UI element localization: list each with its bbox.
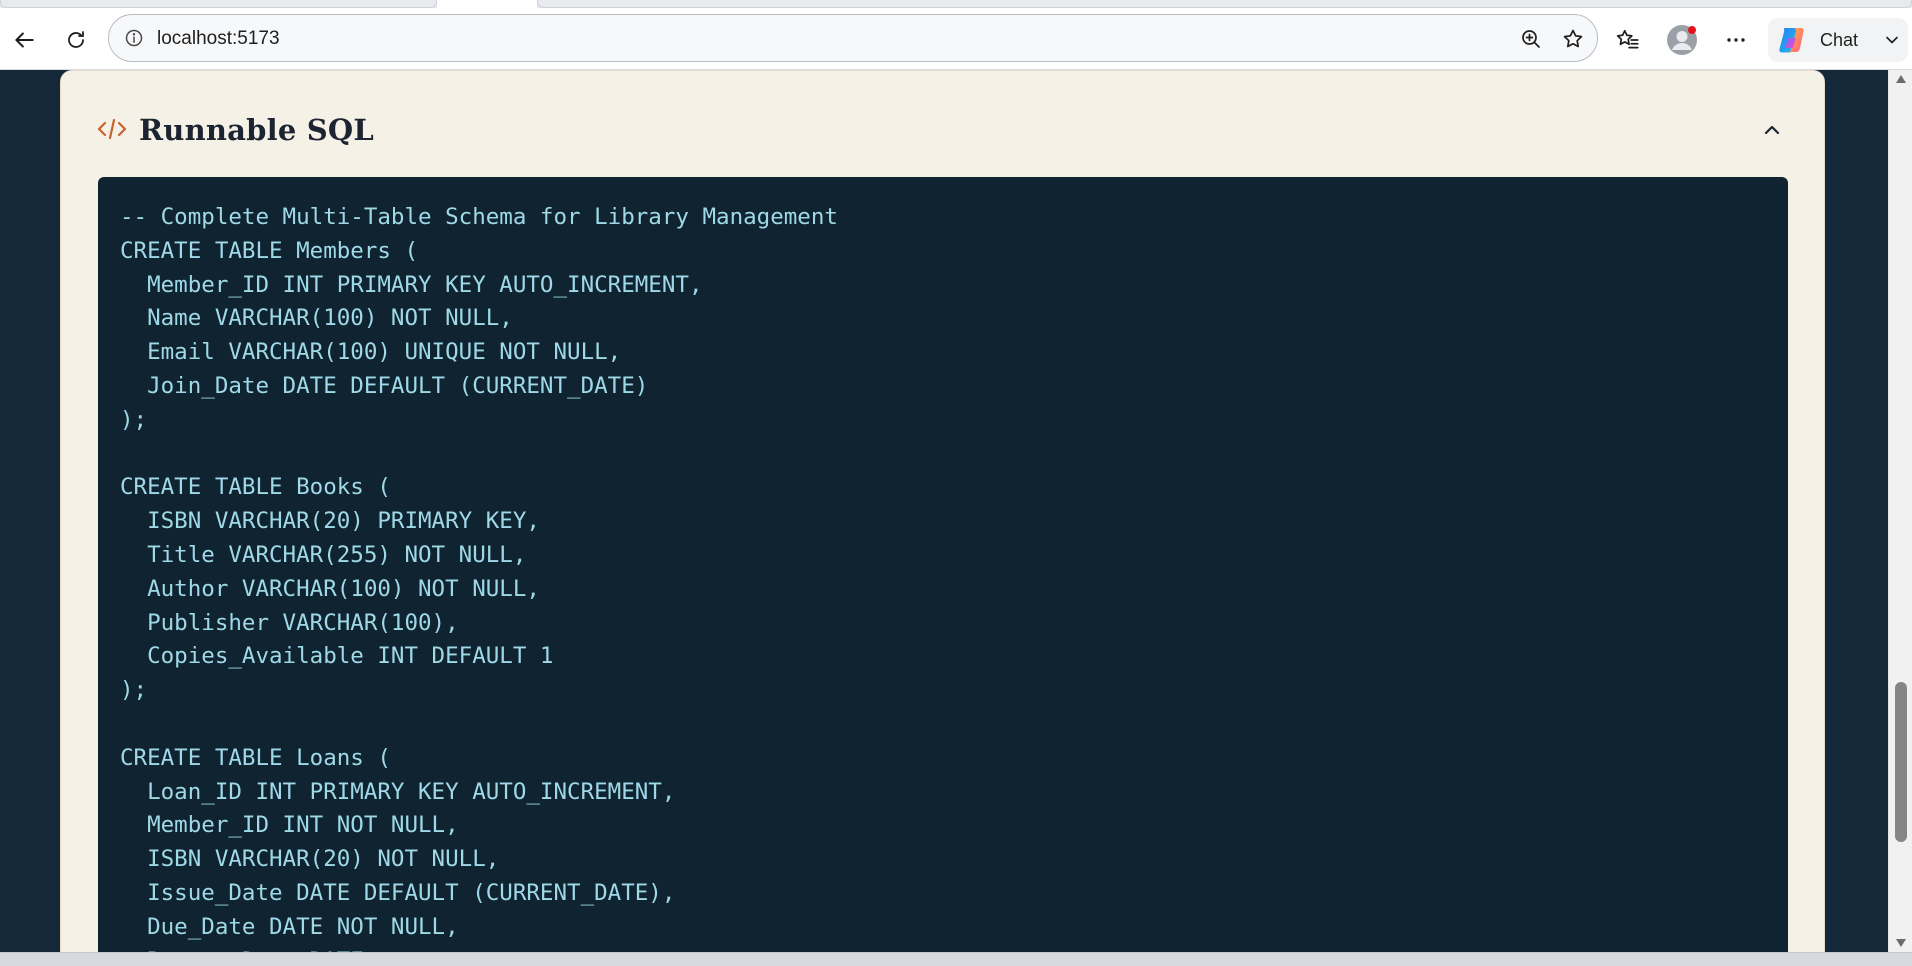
address-bar[interactable]: localhost:5173: [108, 14, 1598, 62]
scroll-down-arrow-icon[interactable]: [1895, 938, 1907, 948]
code-line: CREATE TABLE Loans (: [120, 744, 391, 771]
code-line: Issue_Date DATE DEFAULT (CURRENT_DATE),: [120, 879, 676, 906]
collapse-button[interactable]: [1757, 115, 1787, 145]
code-line: Copies_Available INT DEFAULT 1: [120, 643, 554, 670]
code-line: Member_ID INT NOT NULL,: [120, 812, 459, 839]
favorites-icon: [1616, 29, 1639, 49]
address-text[interactable]: localhost:5173: [157, 28, 280, 50]
code-line: Name VARCHAR(100) NOT NULL,: [120, 305, 513, 332]
code-line: Join_Date DATE DEFAULT (CURRENT_DATE): [120, 372, 649, 399]
favorite-button[interactable]: [1559, 25, 1587, 53]
chevron-up-icon: [1764, 125, 1780, 135]
code-line: Loan_ID INT PRIMARY KEY AUTO_INCREMENT,: [120, 778, 676, 805]
zoom-button[interactable]: [1517, 25, 1545, 53]
code-line: Title VARCHAR(255) NOT NULL,: [120, 541, 527, 568]
copilot-chat-button[interactable]: Chat: [1768, 18, 1908, 62]
code-line: ISBN VARCHAR(20) NOT NULL,: [120, 846, 500, 873]
avatar: [1666, 24, 1698, 56]
back-button[interactable]: [4, 20, 44, 60]
sql-code-block[interactable]: -- Complete Multi-Table Schema for Libra…: [98, 177, 1788, 952]
code-line: Due_Date DATE NOT NULL,: [120, 913, 459, 940]
more-options-button[interactable]: [1716, 20, 1756, 60]
site-info-button[interactable]: [123, 27, 145, 49]
favorites-button[interactable]: [1608, 20, 1648, 60]
code-brackets-icon: [97, 118, 127, 140]
profile-button[interactable]: [1662, 20, 1702, 60]
tab-right[interactable]: [537, 0, 1912, 8]
chevron-down-icon: [1886, 36, 1898, 44]
code-line: CREATE TABLE Books (: [120, 474, 391, 501]
scroll-up-arrow-icon[interactable]: [1895, 74, 1907, 84]
code-line: ISBN VARCHAR(20) PRIMARY KEY,: [120, 508, 540, 535]
card-header[interactable]: Runnable SQL: [61, 71, 1824, 177]
zoom-in-icon: [1522, 30, 1540, 48]
info-icon: [125, 29, 143, 47]
card-title: Runnable SQL: [139, 113, 374, 147]
bottom-bar: [0, 952, 1912, 966]
refresh-icon: [68, 31, 84, 48]
browser-toolbar: localhost:5173 Chat: [0, 8, 1912, 70]
page-scrollbar[interactable]: [1888, 70, 1912, 952]
tab-left[interactable]: [0, 0, 437, 8]
more-options-icon: [1727, 38, 1745, 42]
notification-dot: [1688, 26, 1696, 34]
code-line: Return_Date DATE,: [120, 945, 1766, 952]
code-line: );: [120, 677, 148, 704]
refresh-button[interactable]: [56, 20, 96, 60]
chat-label: Chat: [1820, 30, 1859, 50]
code-line: Email VARCHAR(100) UNIQUE NOT NULL,: [120, 339, 622, 366]
scroll-thumb[interactable]: [1895, 682, 1907, 842]
code-line: Author VARCHAR(100) NOT NULL,: [120, 575, 540, 602]
code-line: -- Complete Multi-Table Schema for Libra…: [120, 204, 838, 230]
code-line: Publisher VARCHAR(100),: [120, 609, 459, 636]
runnable-sql-card: Runnable SQL -- Complete Multi-Table Sch…: [60, 70, 1825, 952]
star-icon: [1563, 29, 1583, 48]
code-line: Member_ID INT PRIMARY KEY AUTO_INCREMENT…: [120, 271, 703, 298]
page-viewport: Runnable SQL -- Complete Multi-Table Sch…: [0, 70, 1888, 952]
back-arrow-icon: [15, 32, 34, 48]
copilot-logo-icon: [1779, 28, 1804, 53]
code-line: CREATE TABLE Members (: [120, 237, 419, 264]
code-line: );: [120, 406, 148, 433]
